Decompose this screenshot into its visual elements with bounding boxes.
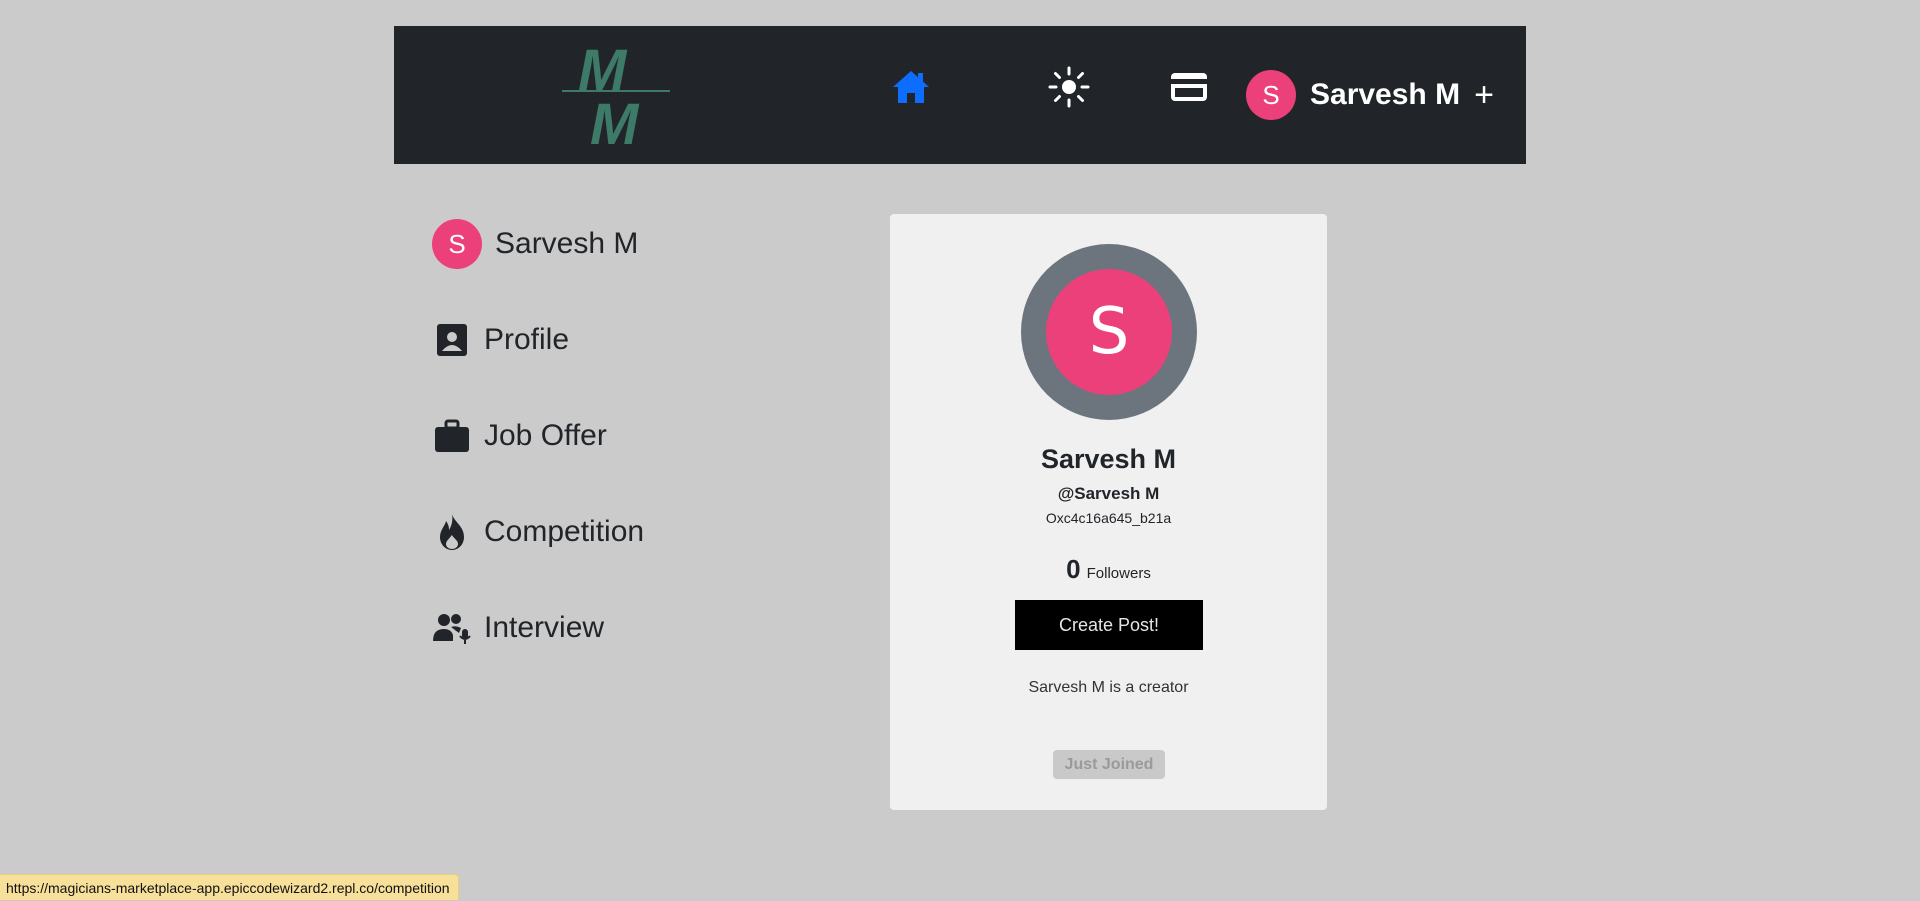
- nav-user-name: Sarvesh M: [1310, 78, 1461, 111]
- nav-home-button[interactable]: [888, 66, 934, 112]
- top-navbar: M M S Sarvesh M +: [394, 26, 1526, 164]
- sidebar-item-label: Job Offer: [484, 419, 607, 452]
- sidebar: S Sarvesh M Profile Job Offer Competitio…: [430, 214, 770, 658]
- profile-avatar-ring: S: [1021, 244, 1197, 420]
- followers-count[interactable]: 0 Followers: [890, 554, 1327, 585]
- sidebar-item-label: Competition: [484, 515, 645, 548]
- sidebar-item-label: Interview: [484, 611, 605, 644]
- profile-handle: @Sarvesh M: [1057, 484, 1160, 503]
- profile-wallet-address: Oxc4c16a645_b21a: [1045, 510, 1172, 526]
- briefcase-icon: [430, 414, 474, 458]
- profile-card-icon: [430, 318, 474, 362]
- nav-user-menu[interactable]: S Sarvesh M +: [1246, 70, 1494, 120]
- home-icon: [891, 69, 931, 110]
- people-mic-icon: [430, 606, 474, 650]
- followers-label: Followers: [1086, 565, 1151, 582]
- plus-icon[interactable]: +: [1474, 78, 1494, 112]
- wallet-button[interactable]: [1166, 66, 1212, 112]
- status-badge: Just Joined: [1053, 750, 1165, 779]
- credit-card-icon: [1169, 71, 1209, 108]
- link-status-bar: https://magicians-marketplace-app.epicco…: [0, 874, 459, 900]
- svg-text:M: M: [590, 92, 640, 150]
- sun-icon: [1048, 66, 1090, 113]
- sidebar-user[interactable]: S Sarvesh M: [430, 214, 770, 274]
- sidebar-item-interview[interactable]: Interview: [430, 598, 770, 658]
- profile-avatar[interactable]: S: [1046, 269, 1172, 395]
- sidebar-user-name: Sarvesh M: [495, 227, 639, 260]
- sidebar-item-label: Profile: [484, 323, 570, 356]
- fire-icon: [430, 510, 474, 554]
- profile-bio: Sarvesh M is a creator: [1028, 679, 1189, 696]
- theme-toggle-button[interactable]: [1046, 66, 1092, 112]
- sidebar-avatar: S: [432, 219, 482, 269]
- profile-name: Sarvesh M: [1040, 444, 1177, 474]
- profile-card: S Sarvesh M @Sarvesh M Oxc4c16a645_b21a …: [890, 214, 1327, 810]
- sidebar-item-job-offer[interactable]: Job Offer: [430, 406, 770, 466]
- nav-avatar: S: [1246, 70, 1296, 120]
- sidebar-item-competition[interactable]: Competition: [430, 502, 770, 562]
- followers-number: 0: [1066, 554, 1081, 584]
- mm-logo[interactable]: M M: [560, 38, 672, 157]
- create-post-button[interactable]: Create Post!: [1015, 600, 1203, 650]
- sidebar-item-profile[interactable]: Profile: [430, 310, 770, 370]
